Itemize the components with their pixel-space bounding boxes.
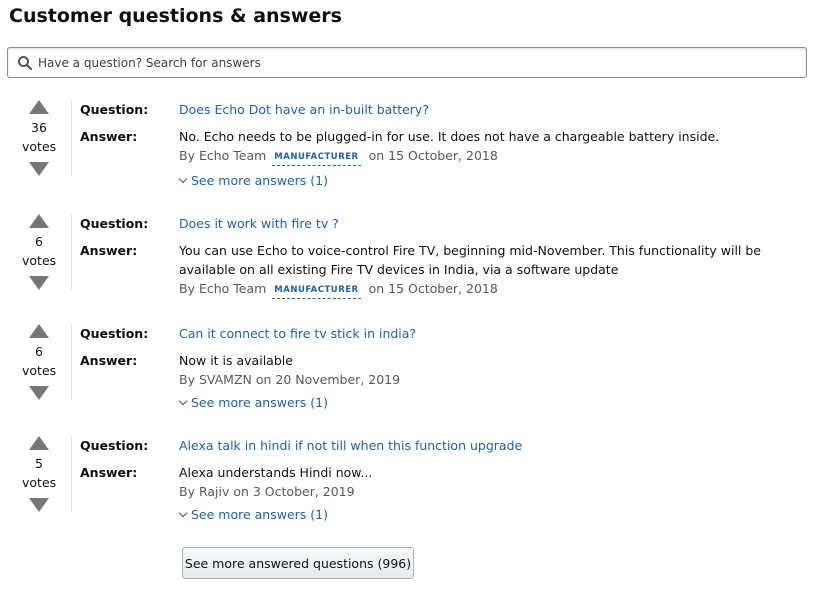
question-link[interactable]: Does it work with fire tv ? xyxy=(179,216,339,231)
see-more-answers-link[interactable]: See more answers (1) xyxy=(177,395,328,410)
downvote-arrow-icon[interactable] xyxy=(29,498,49,512)
answer-text: You can use Echo to voice-control Fire T… xyxy=(179,243,761,277)
search-input[interactable] xyxy=(38,52,798,73)
question-link[interactable]: Can it connect to fire tv stick in india… xyxy=(179,326,416,341)
divider xyxy=(71,436,72,512)
answer-text: No. Echo needs to be plugged-in for use.… xyxy=(179,129,720,144)
see-more-answered-questions-button[interactable]: See more answered questions (996) xyxy=(182,547,414,579)
answer-date: on 15 October, 2018 xyxy=(368,281,498,296)
answer-author: By Echo Team xyxy=(179,281,267,296)
question-label: Question: xyxy=(80,438,149,453)
chevron-down-icon xyxy=(178,396,188,406)
question-label: Question: xyxy=(80,102,149,117)
see-more-label: See more answers (1) xyxy=(191,507,328,522)
vote-widget: 6 votes xyxy=(22,324,56,400)
answer-byline: By Rajiv on 3 October, 2019 xyxy=(179,484,355,499)
question-label: Question: xyxy=(80,326,149,341)
search-icon xyxy=(18,56,33,71)
downvote-arrow-icon[interactable] xyxy=(29,386,49,400)
question-link[interactable]: Does Echo Dot have an in-built battery? xyxy=(179,102,429,117)
vote-count: 6 xyxy=(35,344,43,359)
vote-count: 36 xyxy=(31,120,47,135)
see-more-label: See more answers (1) xyxy=(191,395,328,410)
votes-label: votes xyxy=(22,475,57,490)
question-link[interactable]: Alexa talk in hindi if not till when thi… xyxy=(179,438,522,453)
chevron-down-icon xyxy=(178,508,188,518)
votes-label: votes xyxy=(22,363,57,378)
vote-count: 5 xyxy=(35,456,43,471)
answer-byline: By Echo Team MANUFACTURER on 15 October, … xyxy=(179,148,498,166)
upvote-arrow-icon[interactable] xyxy=(29,214,49,228)
vote-widget: 6 votes xyxy=(22,214,56,290)
upvote-arrow-icon[interactable] xyxy=(29,324,49,338)
answer-label: Answer: xyxy=(80,243,138,258)
answer-date: on 15 October, 2018 xyxy=(368,148,498,163)
vote-count: 6 xyxy=(35,234,43,249)
answer-byline: By SVAMZN on 20 November, 2019 xyxy=(179,372,401,387)
upvote-arrow-icon[interactable] xyxy=(29,100,49,114)
search-box[interactable] xyxy=(7,47,807,78)
votes-label: votes xyxy=(22,253,57,268)
chevron-down-icon xyxy=(178,174,188,184)
answer-byline: By Echo Team MANUFACTURER on 15 October, … xyxy=(179,281,498,299)
answer-label: Answer: xyxy=(80,353,138,368)
vote-widget: 5 votes xyxy=(22,436,56,512)
divider xyxy=(71,324,72,400)
downvote-arrow-icon[interactable] xyxy=(29,162,49,176)
manufacturer-badge[interactable]: MANUFACTURER xyxy=(272,284,361,299)
answer-label: Answer: xyxy=(80,465,138,480)
answer-text: Now it is available xyxy=(179,353,293,368)
see-more-answers-link[interactable]: See more answers (1) xyxy=(177,173,328,188)
answer-label: Answer: xyxy=(80,129,138,144)
question-label: Question: xyxy=(80,216,149,231)
manufacturer-badge[interactable]: MANUFACTURER xyxy=(272,151,361,166)
see-more-answers-link[interactable]: See more answers (1) xyxy=(177,507,328,522)
downvote-arrow-icon[interactable] xyxy=(29,276,49,290)
see-more-label: See more answers (1) xyxy=(191,173,328,188)
votes-label: votes xyxy=(22,139,57,154)
answer-author: By Echo Team xyxy=(179,148,267,163)
divider xyxy=(71,100,72,176)
page-title: Customer questions & answers xyxy=(9,5,342,27)
answer-text: Alexa understands Hindi now... xyxy=(179,465,373,480)
upvote-arrow-icon[interactable] xyxy=(29,436,49,450)
vote-widget: 36 votes xyxy=(22,100,56,176)
divider xyxy=(71,214,72,290)
